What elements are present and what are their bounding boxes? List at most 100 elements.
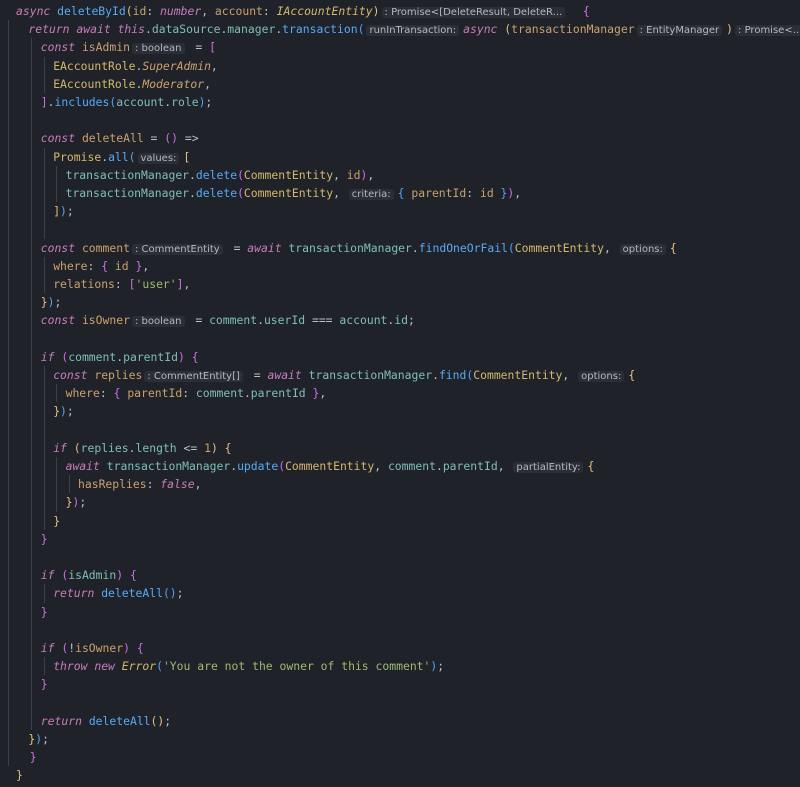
code-line[interactable]: throw new Error('You are not the owner o… — [53, 657, 444, 675]
code-token: hasReplies — [78, 477, 147, 492]
code-token: find — [438, 368, 467, 382]
code-token: length — [135, 440, 177, 455]
code-line[interactable]: async deleteById(id: number, account: IA… — [16, 2, 590, 20]
code-token: , — [333, 167, 347, 182]
code-token: . — [189, 186, 196, 200]
code-line[interactable]: const isAdmin: boolean = [ — [41, 38, 216, 56]
code-editor[interactable]: async deleteById(id: number, account: IA… — [0, 0, 800, 787]
code-token: comment — [68, 349, 117, 364]
code-token: const — [40, 40, 82, 55]
code-line[interactable]: return await this.dataSource.manager.tra… — [28, 20, 800, 38]
code-line[interactable]: if (comment.parentId) { — [41, 348, 199, 366]
indent-guide — [56, 165, 58, 203]
code-line[interactable]: }); — [66, 493, 87, 511]
code-token: 'user' — [135, 277, 177, 291]
code-token: account — [339, 313, 388, 328]
code-token: , — [319, 386, 327, 401]
inlay-hint: partialEntity: — [513, 462, 584, 473]
code-line[interactable]: ].includes(account.role); — [41, 93, 212, 111]
code-token: = — [188, 40, 210, 55]
code-token: : — [114, 277, 129, 291]
code-token: CommentEntity — [285, 459, 375, 473]
code-line[interactable]: } — [41, 675, 48, 693]
code-line[interactable]: const deleteAll = () => — [41, 129, 206, 147]
code-line[interactable]: ]); — [53, 202, 74, 220]
code-line[interactable]: relations: ['user'], — [53, 275, 190, 293]
code-line[interactable]: }); — [41, 293, 62, 311]
code-line[interactable]: EAccountRole.SuperAdmin, — [53, 57, 218, 75]
code-line[interactable]: }); — [53, 402, 74, 420]
code-line[interactable]: if (isAdmin) { — [41, 566, 137, 584]
code-token: : — [146, 4, 161, 18]
code-line[interactable]: EAccountRole.Moderator, — [53, 75, 211, 93]
code-token: : — [262, 4, 277, 18]
code-line[interactable]: hasReplies: false, — [78, 475, 201, 493]
code-token: ; — [437, 659, 445, 674]
code-token: } — [40, 604, 48, 619]
code-token: . — [47, 95, 55, 109]
code-token: . — [257, 313, 264, 328]
code-token: ) — [47, 295, 55, 310]
code-token: } — [16, 768, 23, 783]
code-token: ( — [125, 4, 133, 18]
code-token: replies — [80, 440, 129, 455]
code-line[interactable]: transactionManager.delete(CommentEntity,… — [66, 184, 521, 202]
code-line[interactable]: const isOwner: boolean = comment.userId … — [41, 311, 415, 329]
code-line[interactable]: } — [16, 766, 23, 784]
code-token: . — [243, 386, 251, 401]
indent-guide — [31, 38, 33, 730]
code-token: , — [183, 277, 191, 291]
code-line[interactable]: } — [41, 530, 48, 548]
code-token: deleteAll — [88, 713, 151, 728]
code-line[interactable]: Promise.all(values:[ — [53, 148, 190, 166]
code-line[interactable]: }); — [28, 730, 49, 748]
code-token: all — [108, 149, 129, 164]
code-token: id — [479, 186, 494, 200]
indent-guide — [43, 584, 45, 603]
code-token: = — [143, 131, 165, 146]
code-token: this — [117, 22, 145, 37]
code-token: ; — [66, 404, 74, 419]
code-token: ; — [42, 732, 49, 746]
code-line[interactable]: transactionManager.delete(CommentEntity,… — [66, 166, 375, 184]
code-token: id — [132, 4, 147, 18]
code-token: , — [201, 4, 215, 18]
code-line[interactable]: if (!isOwner) { — [41, 639, 144, 657]
code-token: transaction — [282, 22, 358, 37]
code-token: parentId — [411, 186, 467, 200]
code-token: ) — [372, 4, 380, 18]
code-line[interactable]: where: { parentId: comment.parentId }, — [66, 384, 327, 402]
code-token: transactionManager — [308, 368, 433, 382]
code-token: ; — [79, 495, 87, 510]
code-line[interactable]: } — [41, 603, 48, 621]
code-line[interactable]: } — [16, 748, 37, 766]
indent-guide — [56, 384, 58, 403]
code-token: , — [210, 58, 218, 73]
code-token: 1 — [204, 440, 211, 455]
code-line[interactable]: if (replies.length <= 1) { — [53, 439, 231, 457]
code-token: ) — [210, 440, 218, 455]
code-token: if — [40, 641, 62, 655]
code-token: account — [214, 4, 263, 18]
code-token: ( — [237, 186, 244, 200]
code-line[interactable]: const replies: CommentEntity[] = await t… — [53, 366, 635, 384]
code-token: [ — [128, 277, 136, 291]
code-token: } — [53, 513, 61, 528]
code-line[interactable]: where: { id }, — [53, 257, 149, 275]
code-token: where — [53, 258, 88, 273]
code-token: } — [305, 386, 320, 401]
code-token: relations — [53, 277, 115, 291]
inlay-hint: : Promise<...> — [735, 25, 800, 37]
code-token: await — [65, 459, 107, 473]
code-token: async — [16, 4, 58, 18]
code-line[interactable]: await transactionManager.update(CommentE… — [65, 457, 594, 475]
code-token: CommentEntity — [243, 167, 334, 182]
code-token: = — [226, 240, 248, 255]
code-token: ; — [408, 313, 415, 328]
code-line[interactable]: return deleteAll(); — [53, 584, 183, 602]
code-line[interactable]: return deleteAll(); — [41, 712, 171, 730]
code-token: transactionManager — [65, 167, 190, 182]
code-line[interactable]: } — [53, 512, 60, 530]
code-line[interactable]: const comment: CommentEntity = await tra… — [41, 239, 677, 257]
indent-guide — [56, 457, 58, 512]
